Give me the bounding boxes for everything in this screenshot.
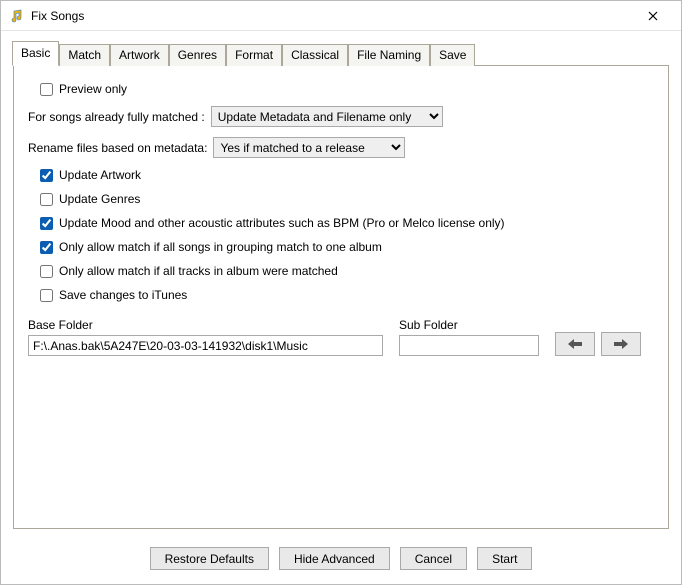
sub-folder-label: Sub Folder (399, 318, 539, 332)
dialog-buttons: Restore Defaults Hide Advanced Cancel St… (1, 537, 681, 584)
cancel-button[interactable]: Cancel (400, 547, 467, 570)
update-mood-input[interactable] (40, 217, 53, 230)
save-itunes-checkbox[interactable]: Save changes to iTunes (40, 288, 187, 302)
base-folder-label: Base Folder (28, 318, 383, 332)
preview-only-checkbox[interactable]: Preview only (40, 82, 127, 96)
rename-files-select[interactable]: Yes if matched to a release (213, 137, 405, 158)
update-mood-label: Update Mood and other acoustic attribute… (59, 216, 505, 230)
rename-files-label: Rename files based on metadata: (28, 141, 207, 155)
only-album-match-label: Only allow match if all tracks in album … (59, 264, 338, 278)
basic-panel: Preview only For songs already fully mat… (13, 66, 669, 529)
save-itunes-label: Save changes to iTunes (59, 288, 187, 302)
update-mood-checkbox[interactable]: Update Mood and other acoustic attribute… (40, 216, 505, 230)
preview-only-input[interactable] (40, 83, 53, 96)
update-artwork-input[interactable] (40, 169, 53, 182)
tab-save[interactable]: Save (430, 44, 475, 66)
tab-file-naming[interactable]: File Naming (348, 44, 430, 66)
tab-genres[interactable]: Genres (169, 44, 226, 66)
preview-only-label: Preview only (59, 82, 127, 96)
tab-artwork[interactable]: Artwork (110, 44, 169, 66)
update-genres-input[interactable] (40, 193, 53, 206)
titlebar: Fix Songs (1, 1, 681, 31)
hide-advanced-button[interactable]: Hide Advanced (279, 547, 390, 570)
already-matched-select[interactable]: Update Metadata and Filename only (211, 106, 443, 127)
update-genres-label: Update Genres (59, 192, 140, 206)
app-icon (9, 8, 25, 24)
next-folder-button[interactable] (601, 332, 641, 356)
base-folder-input[interactable] (28, 335, 383, 356)
save-itunes-input[interactable] (40, 289, 53, 302)
tab-strip: Basic Match Artwork Genres Format Classi… (13, 43, 669, 66)
only-album-match-checkbox[interactable]: Only allow match if all tracks in album … (40, 264, 338, 278)
only-group-match-label: Only allow match if all songs in groupin… (59, 240, 382, 254)
arrow-left-icon (568, 339, 582, 349)
update-genres-checkbox[interactable]: Update Genres (40, 192, 140, 206)
update-artwork-label: Update Artwork (59, 168, 141, 182)
start-button[interactable]: Start (477, 547, 532, 570)
update-artwork-checkbox[interactable]: Update Artwork (40, 168, 141, 182)
tab-classical[interactable]: Classical (282, 44, 348, 66)
arrow-right-icon (614, 339, 628, 349)
already-matched-label: For songs already fully matched : (28, 110, 205, 124)
window-title: Fix Songs (31, 9, 633, 23)
tab-format[interactable]: Format (226, 44, 282, 66)
prev-folder-button[interactable] (555, 332, 595, 356)
only-group-match-input[interactable] (40, 241, 53, 254)
sub-folder-input[interactable] (399, 335, 539, 356)
only-album-match-input[interactable] (40, 265, 53, 278)
restore-defaults-button[interactable]: Restore Defaults (150, 547, 269, 570)
only-group-match-checkbox[interactable]: Only allow match if all songs in groupin… (40, 240, 382, 254)
tab-match[interactable]: Match (59, 44, 110, 66)
close-button[interactable] (633, 2, 673, 30)
tab-basic[interactable]: Basic (12, 41, 59, 66)
